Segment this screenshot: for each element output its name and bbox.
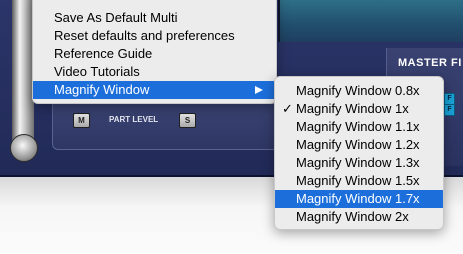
- menu-item-label: Save As Default Multi: [54, 10, 178, 25]
- menu-item-magnify-window[interactable]: Magnify Window: [33, 81, 276, 99]
- mute-button[interactable]: M: [73, 113, 90, 128]
- main-context-menu: Save As Default Multi Reset defaults and…: [32, 0, 277, 104]
- fx-badge[interactable]: F: [444, 104, 455, 116]
- submenu-item-magnify-1x[interactable]: ✓ Magnify Window 1x: [275, 100, 443, 118]
- submenu-item-label: Magnify Window 1.5x: [296, 173, 420, 188]
- submenu-item-label: Magnify Window 0.8x: [296, 83, 420, 98]
- submenu-item-label: Magnify Window 1.2x: [296, 137, 420, 152]
- part-level-label: PART LEVEL: [109, 115, 159, 124]
- menu-item-video-tutorials[interactable]: Video Tutorials: [33, 63, 276, 81]
- menu-item-label: Reset defaults and preferences: [54, 28, 235, 43]
- submenu-item-magnify-1-7x[interactable]: Magnify Window 1.7x: [275, 190, 443, 208]
- submenu-item-label: Magnify Window 1.7x: [296, 191, 420, 206]
- rack-rail-handle: [12, 0, 34, 154]
- menu-item-save-as-default-multi[interactable]: Save As Default Multi: [33, 9, 276, 27]
- menu-item-reference-guide[interactable]: Reference Guide: [33, 45, 276, 63]
- solo-button[interactable]: S: [179, 113, 196, 128]
- submenu-item-magnify-1-2x[interactable]: Magnify Window 1.2x: [275, 136, 443, 154]
- menu-item-reset-defaults[interactable]: Reset defaults and preferences: [33, 27, 276, 45]
- master-section-label: MASTER FI: [398, 57, 462, 69]
- submenu-item-label: Magnify Window 1.3x: [296, 155, 420, 170]
- display-panel: [278, 0, 463, 42]
- rack-rail-knob: [10, 134, 38, 162]
- menu-item-label: Reference Guide: [54, 46, 153, 61]
- submenu-item-magnify-0-8x[interactable]: Magnify Window 0.8x: [275, 82, 443, 100]
- submenu-item-magnify-1-5x[interactable]: Magnify Window 1.5x: [275, 172, 443, 190]
- chevron-right-icon: [255, 86, 263, 94]
- submenu-item-label: Magnify Window 1x: [296, 101, 409, 116]
- submenu-item-label: Magnify Window 1.1x: [296, 119, 420, 134]
- menu-item-label: Video Tutorials: [54, 64, 140, 79]
- magnify-window-submenu: Magnify Window 0.8x ✓ Magnify Window 1x …: [274, 76, 444, 230]
- submenu-item-magnify-2x[interactable]: Magnify Window 2x: [275, 208, 443, 226]
- submenu-item-label: Magnify Window 2x: [296, 209, 409, 224]
- checkmark-icon: ✓: [282, 101, 293, 116]
- submenu-item-magnify-1-1x[interactable]: Magnify Window 1.1x: [275, 118, 443, 136]
- submenu-item-magnify-1-3x[interactable]: Magnify Window 1.3x: [275, 154, 443, 172]
- menu-item-label: Magnify Window: [54, 82, 150, 97]
